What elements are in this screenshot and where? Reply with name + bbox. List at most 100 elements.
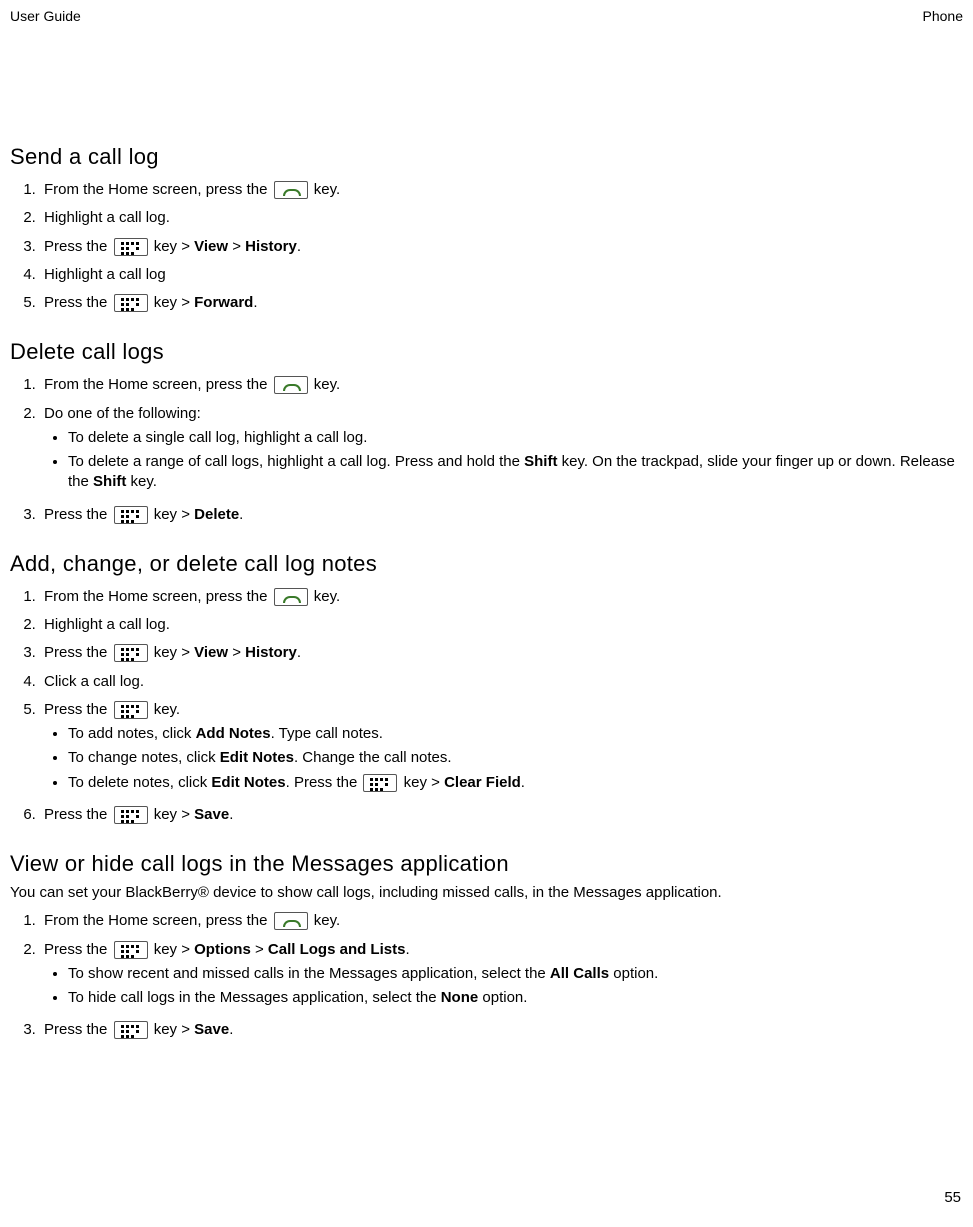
step-text: .	[297, 644, 301, 661]
bold-edit-notes: Edit Notes	[211, 774, 285, 791]
list-item: From the Home screen, press the key.	[40, 907, 963, 935]
list-item: To delete notes, click Edit Notes. Press…	[68, 771, 963, 795]
step-text: key >	[150, 806, 195, 823]
bb-menu-key-icon	[114, 806, 148, 824]
step-text: Press the	[44, 806, 112, 823]
list-item: Click a call log.	[40, 668, 963, 696]
list-item: To hide call logs in the Messages applic…	[68, 986, 963, 1010]
step-text: From the Home screen, press the	[44, 181, 272, 198]
list-item: To delete a range of call logs, highligh…	[68, 450, 963, 495]
bullet-text: . Change the call notes.	[294, 749, 452, 766]
steps-call-log-notes: From the Home screen, press the key. Hig…	[10, 583, 963, 829]
step-text: key.	[310, 912, 341, 929]
bold-none: None	[441, 989, 479, 1006]
bold-add-notes: Add Notes	[196, 725, 271, 742]
bold-history: History	[245, 644, 297, 661]
bold-view: View	[194, 644, 228, 661]
list-item: Press the key > Forward.	[40, 289, 963, 317]
send-key-icon	[274, 181, 308, 199]
bb-menu-key-icon	[114, 644, 148, 662]
step-text: key.	[310, 181, 341, 198]
bullet-text: To delete notes, click	[68, 774, 211, 791]
steps-view-hide-call-logs: From the Home screen, press the key. Pre…	[10, 907, 963, 1044]
bold-history: History	[245, 238, 297, 255]
bullet-text: . Type call notes.	[271, 725, 383, 742]
list-item: Highlight a call log.	[40, 204, 963, 232]
step-text: Press the	[44, 294, 112, 311]
send-key-icon	[274, 376, 308, 394]
step-text: key >	[150, 1021, 195, 1038]
bold-call-logs-and-lists: Call Logs and Lists	[268, 941, 406, 958]
step-text: Do one of the following:	[44, 405, 201, 422]
bullet-text: . Press the	[286, 774, 362, 791]
bullet-text: option.	[478, 989, 527, 1006]
step-text: key.	[310, 588, 341, 605]
step-text: Press the	[44, 238, 112, 255]
list-item: Do one of the following: To delete a sin…	[40, 400, 963, 501]
bb-menu-key-icon	[114, 701, 148, 719]
list-item: Press the key. To add notes, click Add N…	[40, 696, 963, 801]
intro-paragraph: You can set your BlackBerry® device to s…	[10, 883, 963, 903]
step-text: .	[229, 1021, 233, 1038]
bold-all-calls: All Calls	[550, 965, 609, 982]
step-text: Press the	[44, 941, 112, 958]
list-item: Press the key > Save.	[40, 801, 963, 829]
send-key-icon	[274, 588, 308, 606]
step-text: key >	[150, 238, 195, 255]
bold-edit-notes: Edit Notes	[220, 749, 294, 766]
list-item: Highlight a call log	[40, 261, 963, 289]
bullet-text: To delete a single call log, highlight a…	[68, 429, 367, 446]
step-text: Press the	[44, 1021, 112, 1038]
sub-bullets: To add notes, click Add Notes. Type call…	[44, 722, 963, 795]
bb-menu-key-icon	[114, 238, 148, 256]
list-item: To show recent and missed calls in the M…	[68, 962, 963, 986]
step-text: .	[229, 806, 233, 823]
bullet-text: option.	[609, 965, 658, 982]
page-header: User Guide Phone	[10, 8, 963, 24]
page-number: 55	[944, 1189, 961, 1206]
bb-menu-key-icon	[363, 774, 397, 792]
bullet-text: key >	[399, 774, 444, 791]
bold-delete: Delete	[194, 506, 239, 523]
list-item: Press the key > Options > Call Logs and …	[40, 936, 963, 1017]
step-text: key >	[150, 294, 195, 311]
bullet-text: To change notes, click	[68, 749, 220, 766]
list-item: Press the key > Save.	[40, 1016, 963, 1044]
send-key-icon	[274, 912, 308, 930]
sub-bullets: To delete a single call log, highlight a…	[44, 426, 963, 495]
list-item: To add notes, click Add Notes. Type call…	[68, 722, 963, 746]
step-text: From the Home screen, press the	[44, 588, 272, 605]
step-text: Highlight a call log.	[44, 616, 170, 633]
header-right: Phone	[923, 8, 963, 24]
bb-menu-key-icon	[114, 294, 148, 312]
heading-delete-call-logs: Delete call logs	[10, 339, 963, 365]
bold-save: Save	[194, 1021, 229, 1038]
list-item: From the Home screen, press the key.	[40, 371, 963, 399]
page-container: User Guide Phone Send a call log From th…	[0, 0, 973, 1210]
step-text: Press the	[44, 644, 112, 661]
bold-options: Options	[194, 941, 251, 958]
sub-bullets: To show recent and missed calls in the M…	[44, 962, 963, 1011]
step-text: Press the	[44, 701, 112, 718]
list-item: From the Home screen, press the key.	[40, 176, 963, 204]
bold-view: View	[194, 238, 228, 255]
list-item: To delete a single call log, highlight a…	[68, 426, 963, 450]
bullet-text: .	[521, 774, 525, 791]
list-item: Press the key > Delete.	[40, 501, 963, 529]
bold-clear-field: Clear Field	[444, 774, 521, 791]
step-text: .	[253, 294, 257, 311]
bb-menu-key-icon	[114, 1021, 148, 1039]
list-item: Highlight a call log.	[40, 611, 963, 639]
bold-shift: Shift	[524, 453, 557, 470]
list-item: To change notes, click Edit Notes. Chang…	[68, 746, 963, 770]
heading-view-hide-call-logs: View or hide call logs in the Messages a…	[10, 851, 963, 877]
bb-menu-key-icon	[114, 941, 148, 959]
step-text: From the Home screen, press the	[44, 912, 272, 929]
bullet-text: To delete a range of call logs, highligh…	[68, 453, 524, 470]
step-text: .	[297, 238, 301, 255]
bullet-text: To show recent and missed calls in the M…	[68, 965, 550, 982]
heading-call-log-notes: Add, change, or delete call log notes	[10, 551, 963, 577]
bullet-text: To hide call logs in the Messages applic…	[68, 989, 441, 1006]
header-left: User Guide	[10, 8, 81, 24]
step-text: key >	[150, 941, 195, 958]
